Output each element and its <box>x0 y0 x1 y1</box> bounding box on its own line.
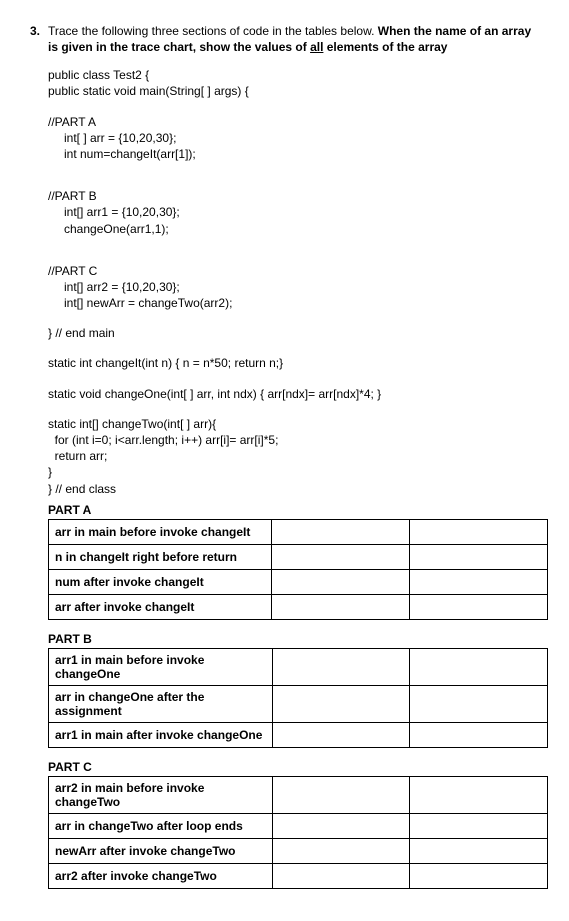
row-value[interactable] <box>410 813 548 838</box>
prompt-part-d: elements of the array <box>323 40 447 54</box>
row-label: arr in main before invoke changeIt <box>49 519 272 544</box>
row-value[interactable] <box>410 722 548 747</box>
code-line: for (int i=0; i<arr.length; i++) arr[i]=… <box>48 432 539 448</box>
row-label: arr2 after invoke changeTwo <box>49 863 273 888</box>
code-line: } // end class <box>48 481 539 497</box>
code-line: //PART B <box>48 188 539 204</box>
code-line: static int changeIt(int n) { n = n*50; r… <box>48 355 539 371</box>
table-row: arr in main before invoke changeIt <box>49 519 548 544</box>
row-value[interactable] <box>409 594 547 619</box>
table-row: arr in changeOne after the assignment <box>49 685 548 722</box>
row-label: arr2 in main before invoke changeTwo <box>49 776 273 813</box>
row-value[interactable] <box>409 569 547 594</box>
row-label: arr1 in main after invoke changeOne <box>49 722 273 747</box>
row-value[interactable] <box>410 685 548 722</box>
prompt-part-a: Trace the following three sections of co… <box>48 24 378 38</box>
table-row: arr in changeTwo after loop ends <box>49 813 548 838</box>
row-value[interactable] <box>271 569 409 594</box>
part-c-label: PART C <box>48 760 539 774</box>
table-row: num after invoke changeIt <box>49 569 548 594</box>
row-label: arr after invoke changeIt <box>49 594 272 619</box>
code-line: public static void main(String[ ] args) … <box>48 83 539 99</box>
part-c-table: arr2 in main before invoke changeTwo arr… <box>48 776 548 889</box>
code-line: return arr; <box>48 448 539 464</box>
row-value[interactable] <box>272 648 410 685</box>
row-value[interactable] <box>410 863 548 888</box>
row-label: arr1 in main before invoke changeOne <box>49 648 273 685</box>
code-line: int[ ] arr = {10,20,30}; <box>48 130 539 146</box>
question-number: 3. <box>30 24 48 55</box>
code-line: } <box>48 464 539 480</box>
row-value[interactable] <box>272 685 410 722</box>
row-label: arr in changeOne after the assignment <box>49 685 273 722</box>
part-b-label: PART B <box>48 632 539 646</box>
table-row: arr1 in main before invoke changeOne <box>49 648 548 685</box>
table-row: newArr after invoke changeTwo <box>49 838 548 863</box>
table-row: arr2 after invoke changeTwo <box>49 863 548 888</box>
question-text: Trace the following three sections of co… <box>48 24 539 55</box>
row-value[interactable] <box>272 776 410 813</box>
code-line: public class Test2 { <box>48 67 539 83</box>
question-header: 3. Trace the following three sections of… <box>30 24 539 55</box>
row-value[interactable] <box>272 813 410 838</box>
table-row: n in changeIt right before return <box>49 544 548 569</box>
row-value[interactable] <box>410 838 548 863</box>
row-label: num after invoke changeIt <box>49 569 272 594</box>
row-value[interactable] <box>272 838 410 863</box>
row-value[interactable] <box>271 519 409 544</box>
code-line: static int[] changeTwo(int[ ] arr){ <box>48 416 539 432</box>
table-row: arr1 in main after invoke changeOne <box>49 722 548 747</box>
row-value[interactable] <box>272 863 410 888</box>
code-line: changeOne(arr1,1); <box>48 221 539 237</box>
row-value[interactable] <box>271 544 409 569</box>
row-value[interactable] <box>409 519 547 544</box>
row-value[interactable] <box>409 544 547 569</box>
part-a-table: arr in main before invoke changeIt n in … <box>48 519 548 620</box>
code-line: int[] arr1 = {10,20,30}; <box>48 204 539 220</box>
code-line: int[] newArr = changeTwo(arr2); <box>48 295 539 311</box>
prompt-part-c: all <box>310 40 323 54</box>
row-value[interactable] <box>410 776 548 813</box>
table-row: arr2 in main before invoke changeTwo <box>49 776 548 813</box>
code-line: int[] arr2 = {10,20,30}; <box>48 279 539 295</box>
table-row: arr after invoke changeIt <box>49 594 548 619</box>
row-value[interactable] <box>272 722 410 747</box>
row-value[interactable] <box>271 594 409 619</box>
row-label: arr in changeTwo after loop ends <box>49 813 273 838</box>
code-block: public class Test2 { public static void … <box>48 67 539 497</box>
row-label: newArr after invoke changeTwo <box>49 838 273 863</box>
part-a-label: PART A <box>48 503 539 517</box>
code-line: int num=changeIt(arr[1]); <box>48 146 539 162</box>
row-value[interactable] <box>410 648 548 685</box>
row-label: n in changeIt right before return <box>49 544 272 569</box>
code-line: //PART A <box>48 114 539 130</box>
part-b-table: arr1 in main before invoke changeOne arr… <box>48 648 548 748</box>
code-line: static void changeOne(int[ ] arr, int nd… <box>48 386 539 402</box>
code-line: } // end main <box>48 325 539 341</box>
code-line: //PART C <box>48 263 539 279</box>
